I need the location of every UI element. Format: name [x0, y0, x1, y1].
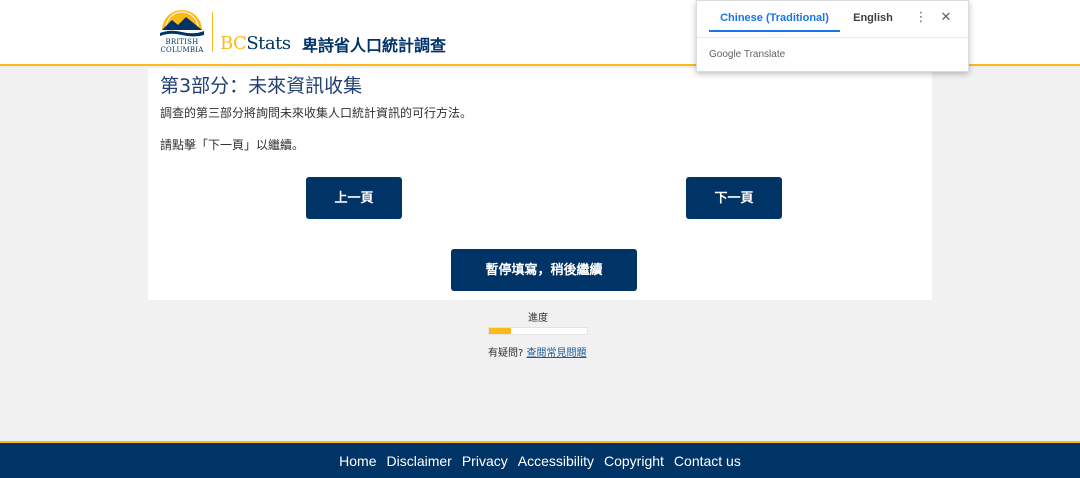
faq-link[interactable]: 查閱常見問題 [527, 348, 587, 359]
survey-card: 第3部分：未來資訊收集 調查的第三部分將詢問未來收集人口統計資訊的可行方法。 請… [148, 68, 932, 300]
footer-link-contact-us[interactable]: Contact us [674, 453, 741, 469]
logo-line-british: BRITISH [165, 38, 199, 46]
bcstats-wordmark[interactable]: BCStats [220, 33, 291, 55]
header-title: 卑詩省人口統計調查 [302, 36, 447, 55]
faq-line: 有疑問? 查閱常見問題 [488, 347, 598, 360]
bcstats-bc: BC [220, 33, 247, 54]
sun-mountain-icon [160, 10, 204, 37]
bc-sun-mountains-logo-icon[interactable]: BRITISH COLUMBIA [156, 8, 208, 54]
footer-link-home[interactable]: Home [339, 453, 376, 469]
more-vert-icon[interactable]: ⋮ [914, 9, 928, 27]
next-page-button[interactable]: 下一頁 [686, 177, 782, 219]
save-and-continue-later-button[interactable]: 暫停填寫，稍後繼續 [451, 249, 637, 291]
previous-page-button[interactable]: 上一頁 [306, 177, 402, 219]
logo-line-columbia: COLUMBIA [160, 46, 204, 54]
footer-link-disclaimer[interactable]: Disclaimer [387, 453, 452, 469]
page: BRITISH COLUMBIA BCStats 卑詩省人口統計調查 Chine… [0, 0, 1080, 478]
section-title: 第3部分：未來資訊收集 [160, 75, 363, 97]
google-translate-brand: Google Translate [709, 49, 786, 60]
faq-prefix: 有疑問? [488, 348, 524, 359]
translate-tab-english[interactable]: English [847, 10, 899, 32]
logo-wordmark: BRITISH COLUMBIA [156, 38, 208, 54]
footer-links: Home Disclaimer Privacy Accessibility Co… [0, 443, 1080, 478]
progress-bar [488, 327, 588, 335]
translate-tab-chinese-traditional[interactable]: Chinese (Traditional) [709, 10, 840, 32]
footer-link-privacy[interactable]: Privacy [462, 453, 508, 469]
progress-label: 進度 [528, 313, 548, 324]
google-translate-popup: Chinese (Traditional) English ⋮ ✕ Google… [696, 0, 969, 72]
translate-divider [697, 37, 968, 38]
section-description: 調查的第三部分將詢問未來收集人口統計資訊的可行方法。 [160, 106, 473, 120]
continue-instruction: 請點擊「下一頁」以繼續。 [160, 138, 305, 152]
close-icon[interactable]: ✕ [938, 9, 954, 27]
logo-divider [212, 12, 213, 52]
site-footer: Home Disclaimer Privacy Accessibility Co… [0, 441, 1080, 478]
progress-bar-fill [489, 328, 511, 334]
footer-link-copyright[interactable]: Copyright [604, 453, 664, 469]
bcstats-stats: Stats [246, 33, 291, 54]
footer-link-accessibility[interactable]: Accessibility [518, 453, 594, 469]
